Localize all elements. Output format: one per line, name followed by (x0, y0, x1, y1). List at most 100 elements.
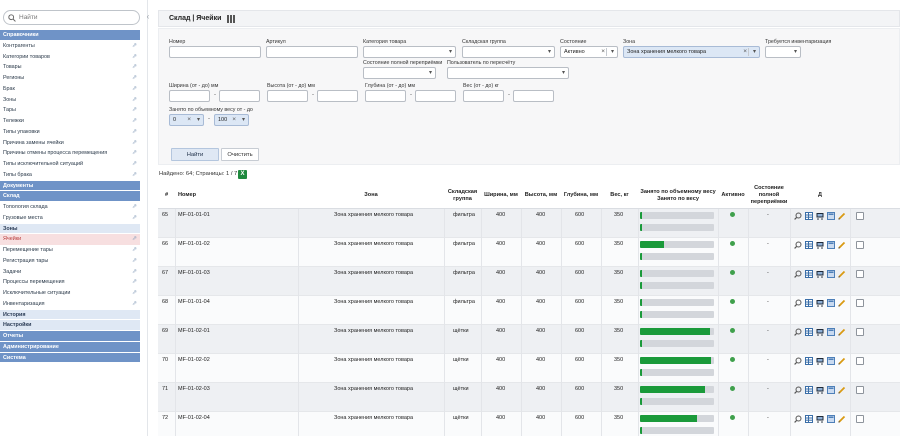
row-checkbox[interactable] (856, 270, 864, 278)
width-from-input[interactable] (169, 90, 210, 102)
depth-from-input[interactable] (365, 90, 406, 102)
sidebar-item[interactable]: Причина замены ячейки ⇗ (0, 137, 140, 149)
table-icon[interactable] (805, 386, 813, 394)
sidebar-item[interactable]: Зоны ⇗ (0, 94, 140, 106)
occupied-from-select[interactable]: 0 × ▾ (169, 114, 204, 126)
magnifier-icon[interactable] (794, 241, 802, 249)
pencil-icon[interactable] (838, 386, 846, 394)
sidebar-item[interactable]: Причины отмены процесса перемещения ⇗ (0, 148, 140, 159)
magnifier-icon[interactable] (794, 270, 802, 278)
sidebar-item[interactable]: Система (0, 352, 140, 364)
external-link-icon[interactable]: ⇗ (132, 288, 137, 299)
col-width[interactable]: Ширина, мм (481, 183, 521, 209)
external-link-icon[interactable]: ⇗ (132, 159, 137, 170)
clear-icon[interactable]: × (601, 47, 605, 57)
external-link-icon[interactable]: ⇗ (132, 73, 137, 84)
table-icon[interactable] (805, 212, 813, 220)
external-link-icon[interactable]: ⇗ (132, 84, 137, 95)
sidebar-item[interactable]: Тележки ⇗ (0, 116, 140, 127)
cart-icon[interactable] (816, 299, 824, 307)
excel-icon[interactable]: X (238, 170, 247, 179)
occupied-to-select[interactable]: 100 × ▾ (214, 114, 249, 126)
window-icon[interactable] (827, 328, 835, 336)
sidebar-item[interactable]: Администрирование (0, 341, 140, 353)
external-link-icon[interactable]: ⇗ (132, 267, 137, 278)
row-checkbox[interactable] (856, 357, 864, 365)
col-occupied[interactable]: Занято по объемному весу Занято по весу (638, 183, 718, 209)
height-to-input[interactable] (317, 90, 358, 102)
cart-icon[interactable] (816, 357, 824, 365)
sidebar-item[interactable]: Брак ⇗ (0, 83, 140, 95)
sidebar-item[interactable]: Отчеты (0, 331, 140, 342)
external-link-icon[interactable]: ⇗ (132, 52, 137, 63)
sidebar-item[interactable]: Зоны (0, 223, 140, 235)
col-fullstate[interactable]: Состояние полной переприёмки (748, 183, 790, 209)
category-select[interactable]: ▾ (363, 46, 456, 58)
external-link-icon[interactable]: ⇗ (132, 95, 137, 106)
sidebar-item[interactable]: Типы исключительной ситуаций ⇗ (0, 159, 140, 170)
table-icon[interactable] (805, 241, 813, 249)
external-link-icon[interactable]: ⇗ (132, 62, 137, 73)
window-icon[interactable] (827, 270, 835, 278)
sidebar-item[interactable]: Категории товаров ⇗ (0, 51, 140, 63)
magnifier-icon[interactable] (794, 415, 802, 423)
row-checkbox[interactable] (856, 212, 864, 220)
external-link-icon[interactable]: ⇗ (132, 234, 137, 245)
table-row[interactable]: 70 MF-01-02-02 Зона хранения мелкого товар… (158, 354, 900, 383)
magnifier-icon[interactable] (794, 299, 802, 307)
external-link-icon[interactable]: ⇗ (132, 116, 137, 127)
row-checkbox[interactable] (856, 328, 864, 336)
fill-state-select[interactable]: ▾ (363, 67, 436, 79)
table-icon[interactable] (805, 270, 813, 278)
sidebar-item[interactable]: Справочники (0, 30, 140, 41)
col-idx[interactable]: # (158, 183, 175, 209)
col-zone[interactable]: Зона (298, 183, 444, 209)
sidebar-item[interactable]: Типы брака ⇗ (0, 169, 140, 181)
sidebar-item[interactable]: Перемещение тары ⇗ (0, 245, 140, 256)
external-link-icon[interactable]: ⇗ (132, 202, 137, 213)
window-icon[interactable] (827, 415, 835, 423)
sidebar-item[interactable]: Грузовые места ⇗ (0, 212, 140, 224)
clear-icon[interactable]: × (187, 115, 191, 125)
grid-icon[interactable] (227, 15, 235, 23)
sidebar-item[interactable]: Товары ⇗ (0, 62, 140, 73)
col-number[interactable]: Номер (175, 183, 298, 209)
sidebar-item[interactable]: Инвентаризация ⇗ (0, 298, 140, 310)
col-group[interactable]: Складская группа (444, 183, 481, 209)
sidebar-item[interactable]: История (0, 309, 140, 321)
window-icon[interactable] (827, 241, 835, 249)
search-box[interactable] (3, 10, 140, 25)
sidebar-item[interactable]: Контрагенты ⇗ (0, 40, 140, 52)
window-icon[interactable] (827, 212, 835, 220)
sidebar-item[interactable]: Исключительные ситуации ⇗ (0, 288, 140, 299)
magnifier-icon[interactable] (794, 357, 802, 365)
cart-icon[interactable] (816, 212, 824, 220)
pencil-icon[interactable] (838, 357, 846, 365)
depth-to-input[interactable] (415, 90, 456, 102)
sidebar-item[interactable]: Тары ⇗ (0, 105, 140, 116)
window-icon[interactable] (827, 299, 835, 307)
magnifier-icon[interactable] (794, 212, 802, 220)
pencil-icon[interactable] (838, 270, 846, 278)
table-icon[interactable] (805, 415, 813, 423)
collapse-sidebar-icon[interactable]: ‹ (144, 12, 152, 22)
row-checkbox[interactable] (856, 241, 864, 249)
external-link-icon[interactable]: ⇗ (132, 148, 137, 159)
zone-select[interactable]: Зона хранения мелкого товара × ▾ (623, 46, 760, 58)
pencil-icon[interactable] (838, 415, 846, 423)
sidebar-item[interactable]: Регионы ⇗ (0, 73, 140, 84)
sidebar-item[interactable]: Настройки (0, 320, 140, 331)
window-icon[interactable] (827, 357, 835, 365)
number-input[interactable] (169, 46, 261, 58)
row-checkbox[interactable] (856, 299, 864, 307)
external-link-icon[interactable]: ⇗ (132, 105, 137, 116)
cart-icon[interactable] (816, 241, 824, 249)
sidebar-item[interactable]: Склад (0, 191, 140, 202)
col-weight[interactable]: Вес, кг (601, 183, 638, 209)
table-icon[interactable] (805, 299, 813, 307)
sidebar-item[interactable]: Процессы перемещения ⇗ (0, 277, 140, 288)
cart-icon[interactable] (816, 328, 824, 336)
table-row[interactable]: 68 MF-01-01-04 Зона хранения мелкого товар… (158, 296, 900, 325)
cart-icon[interactable] (816, 415, 824, 423)
col-depth[interactable]: Глубина, мм (561, 183, 601, 209)
